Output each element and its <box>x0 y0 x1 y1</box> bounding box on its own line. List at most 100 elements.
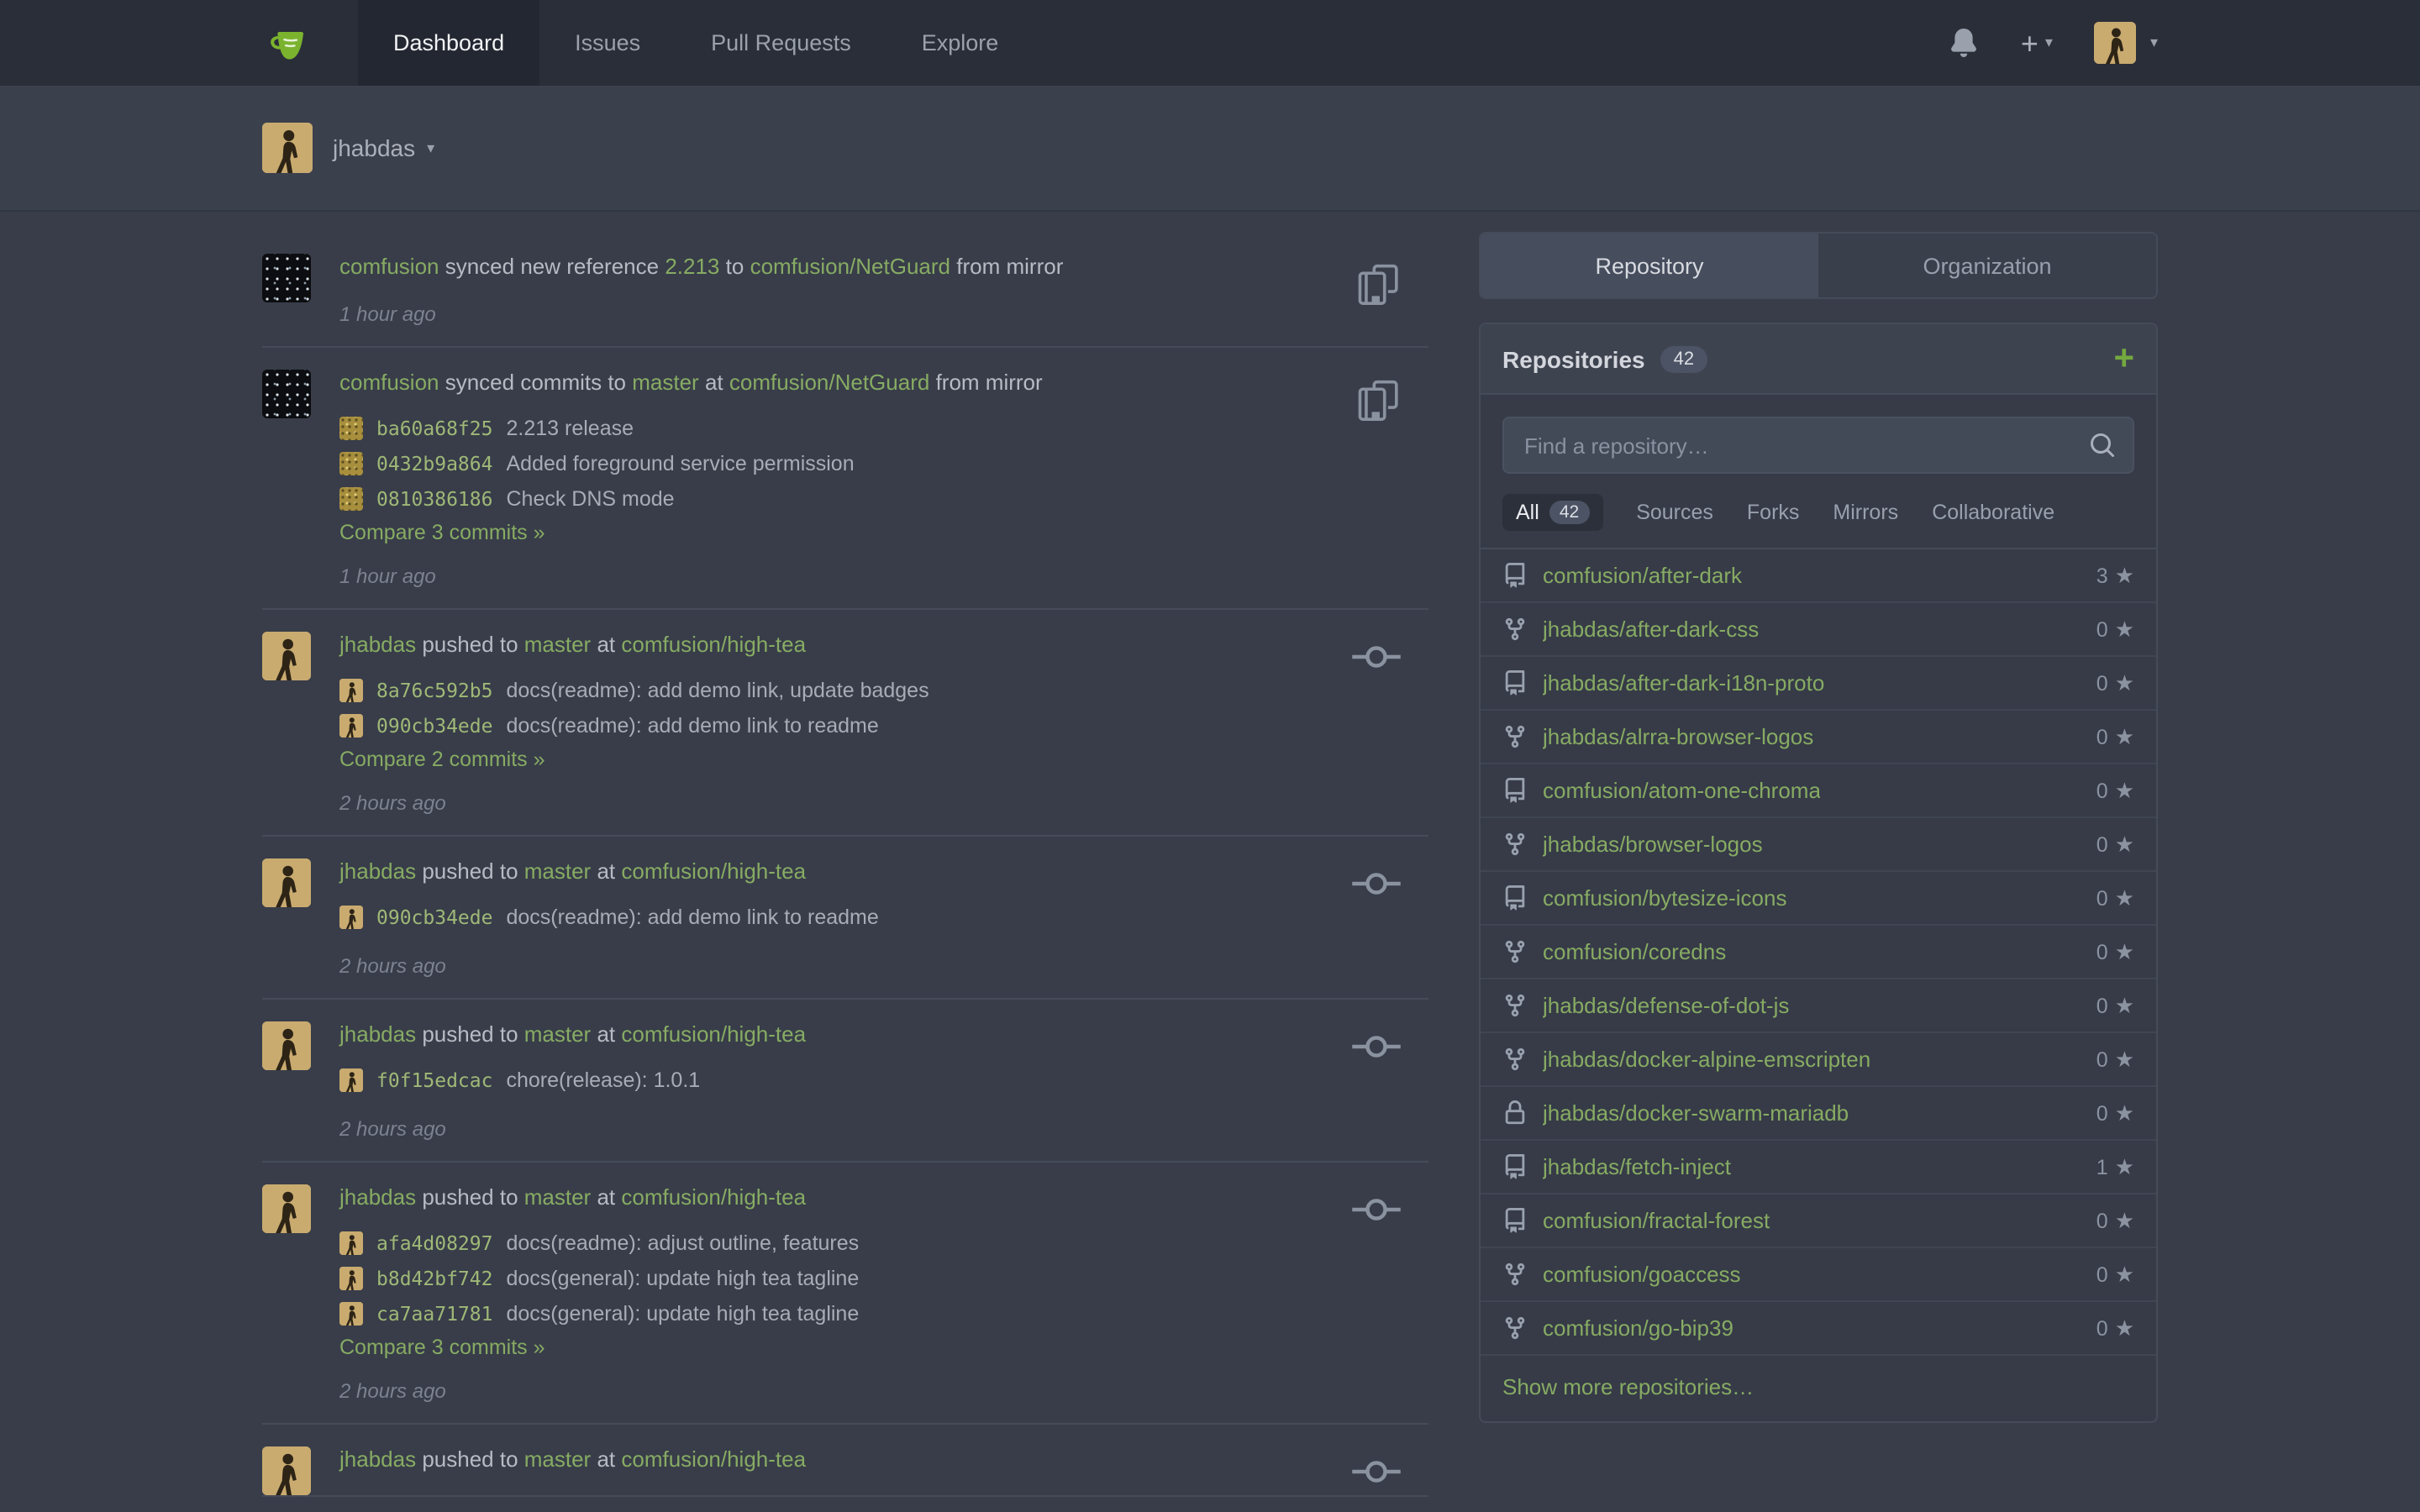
event-link[interactable]: master <box>524 858 591 884</box>
commit-sha[interactable]: 0810386186 <box>376 486 493 510</box>
filter-sources[interactable]: Sources <box>1636 501 1713 524</box>
repo-star-count[interactable]: 0★ <box>2096 938 2134 965</box>
repo-star-count[interactable]: 0★ <box>2096 669 2134 696</box>
committer-avatar <box>339 678 363 701</box>
commit-sha[interactable]: ba60a68f25 <box>376 416 493 439</box>
event-link[interactable]: master <box>524 1184 591 1210</box>
repo-link[interactable]: jhabdas/browser-logos <box>1543 832 1763 857</box>
event-link[interactable]: jhabdas <box>339 858 416 884</box>
commit-sha[interactable]: afa4d08297 <box>376 1231 493 1254</box>
repo-link[interactable]: comfusion/atom-one-chroma <box>1543 778 1821 803</box>
repo-link[interactable]: jhabdas/defense-of-dot-js <box>1543 993 1789 1018</box>
event-link[interactable]: master <box>632 370 698 395</box>
commit-message: Check DNS mode <box>507 486 675 510</box>
gitea-logo[interactable] <box>262 0 321 86</box>
filter-mirrors[interactable]: Mirrors <box>1833 501 1898 524</box>
event-link[interactable]: comfusion <box>339 254 439 279</box>
commit-icon <box>1351 867 1402 909</box>
event-link[interactable]: master <box>524 1446 591 1472</box>
event-link[interactable]: comfusion/high-tea <box>621 632 806 657</box>
context-switcher[interactable]: jhabdas ▾ <box>333 134 434 161</box>
repo-star-count[interactable]: 3★ <box>2096 562 2134 589</box>
repo-link[interactable]: jhabdas/docker-swarm-mariadb <box>1543 1100 1849 1126</box>
event-link[interactable]: jhabdas <box>339 1184 416 1210</box>
event-link[interactable]: comfusion/NetGuard <box>750 254 950 279</box>
repo-link[interactable]: comfusion/goaccess <box>1543 1262 1741 1287</box>
user-menu-dropdown[interactable]: ▾ <box>2095 22 2158 64</box>
event-link[interactable]: comfusion/high-tea <box>621 1446 806 1472</box>
tab-organization[interactable]: Organization <box>1818 234 2156 297</box>
commit-sha[interactable]: 8a76c592b5 <box>376 678 493 701</box>
repo-link[interactable]: jhabdas/fetch-inject <box>1543 1154 1731 1179</box>
event-text: pushed to <box>416 1446 524 1472</box>
nav-item-pull-requests[interactable]: Pull Requests <box>676 0 886 86</box>
commit-sha[interactable]: 090cb34ede <box>376 713 493 737</box>
nav-item-explore[interactable]: Explore <box>886 0 1034 86</box>
event-link[interactable]: comfusion/high-tea <box>621 858 806 884</box>
repo-link[interactable]: jhabdas/after-dark-css <box>1543 617 1759 642</box>
filter-forks[interactable]: Forks <box>1747 501 1800 524</box>
new-repository-button[interactable]: + <box>2113 341 2134 376</box>
repo-star-count[interactable]: 0★ <box>2096 616 2134 643</box>
repo-star-count[interactable]: 0★ <box>2096 723 2134 750</box>
commit-sha[interactable]: f0f15edcac <box>376 1068 493 1091</box>
nav-item-dashboard[interactable]: Dashboard <box>358 0 539 86</box>
actor-avatar[interactable] <box>262 1446 311 1495</box>
repo-link[interactable]: comfusion/fractal-forest <box>1543 1208 1770 1233</box>
commit-sha[interactable]: 0432b9a864 <box>376 451 493 475</box>
event-link[interactable]: comfusion <box>339 370 439 395</box>
actor-avatar[interactable] <box>262 858 311 907</box>
actor-avatar[interactable] <box>262 254 311 302</box>
repo-link[interactable]: comfusion/coredns <box>1543 939 1726 964</box>
compare-link[interactable]: Compare 3 commits » <box>339 521 1428 544</box>
create-new-dropdown[interactable]: + ▾ <box>2021 28 2053 58</box>
event-link[interactable]: 2.213 <box>665 254 719 279</box>
repo-link[interactable]: jhabdas/alrra-browser-logos <box>1543 724 1813 749</box>
repo-star-count[interactable]: 0★ <box>2096 831 2134 858</box>
repo-link[interactable]: jhabdas/docker-alpine-emscripten <box>1543 1047 1870 1072</box>
tab-repository[interactable]: Repository <box>1481 234 1818 297</box>
repo-star-count[interactable]: 0★ <box>2096 992 2134 1019</box>
actor-avatar[interactable] <box>262 1184 311 1233</box>
event-link[interactable]: jhabdas <box>339 632 416 657</box>
repo-star-count[interactable]: 0★ <box>2096 777 2134 804</box>
filter-collaborative[interactable]: Collaborative <box>1932 501 2054 524</box>
repo-star-count[interactable]: 0★ <box>2096 885 2134 911</box>
actor-avatar[interactable] <box>262 632 311 680</box>
repo-link[interactable]: comfusion/go-bip39 <box>1543 1315 1733 1341</box>
repo-star-count[interactable]: 0★ <box>2096 1207 2134 1234</box>
search-icon[interactable] <box>2089 432 2116 467</box>
commit-sha[interactable]: ca7aa71781 <box>376 1301 493 1325</box>
event-link[interactable]: master <box>524 1021 591 1047</box>
repo-link[interactable]: comfusion/after-dark <box>1543 563 1742 588</box>
fork-icon <box>1502 1046 1529 1073</box>
event-link[interactable]: jhabdas <box>339 1021 416 1047</box>
repo-star-count[interactable]: 0★ <box>2096 1315 2134 1341</box>
event-link[interactable]: jhabdas <box>339 1446 416 1472</box>
commit-message: chore(release): 1.0.1 <box>507 1068 701 1091</box>
repo-link[interactable]: comfusion/bytesize-icons <box>1543 885 1786 911</box>
event-link[interactable]: comfusion/high-tea <box>621 1184 806 1210</box>
notifications-bell-icon[interactable] <box>1950 29 1979 57</box>
commit-sha[interactable]: b8d42bf742 <box>376 1266 493 1289</box>
event-text: from mirror <box>929 370 1042 395</box>
repo-star-count[interactable]: 1★ <box>2096 1153 2134 1180</box>
context-avatar[interactable] <box>262 123 313 173</box>
filter-all[interactable]: All42 <box>1502 494 1602 531</box>
show-more-repositories-link[interactable]: Show more repositories… <box>1481 1356 2156 1421</box>
repo-row: jhabdas/fetch-inject 1★ <box>1481 1141 2156 1194</box>
repo-star-count[interactable]: 0★ <box>2096 1046 2134 1073</box>
actor-avatar[interactable] <box>262 370 311 418</box>
nav-item-issues[interactable]: Issues <box>539 0 676 86</box>
actor-avatar[interactable] <box>262 1021 311 1070</box>
repo-link[interactable]: jhabdas/after-dark-i18n-proto <box>1543 670 1824 696</box>
compare-link[interactable]: Compare 2 commits » <box>339 748 1428 771</box>
commit-sha[interactable]: 090cb34ede <box>376 905 493 928</box>
event-link[interactable]: comfusion/high-tea <box>621 1021 806 1047</box>
repository-search-input[interactable] <box>1502 417 2134 474</box>
compare-link[interactable]: Compare 3 commits » <box>339 1336 1428 1359</box>
event-link[interactable]: master <box>524 632 591 657</box>
repo-star-count[interactable]: 0★ <box>2096 1261 2134 1288</box>
event-link[interactable]: comfusion/NetGuard <box>729 370 929 395</box>
repo-star-count[interactable]: 0★ <box>2096 1100 2134 1126</box>
